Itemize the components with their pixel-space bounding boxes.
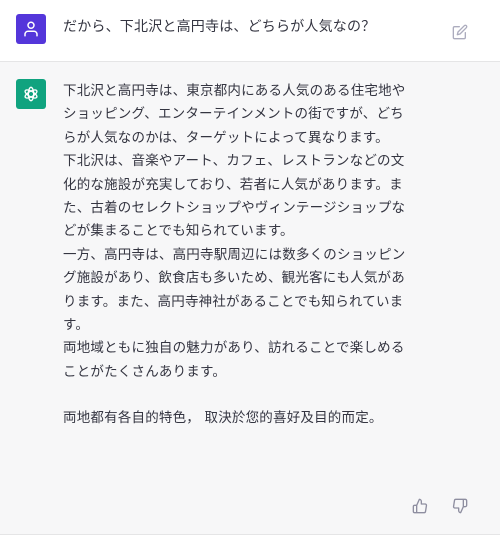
answer-summary: 両地都有各自的特色， 取決於您的喜好及目的而定。 <box>63 410 383 427</box>
thumbs-up-icon <box>412 498 428 514</box>
assistant-avatar <box>16 79 46 109</box>
edit-icon <box>452 24 468 40</box>
answer-paragraph: 一方、高円寺は、高円寺駅周辺には数多くのショッピング施設があり、飲食店も多いため… <box>63 246 406 334</box>
answer-paragraph: 下北沢は、音楽やアート、カフェ、レストランなどの文化的な施設が充実しており、若者… <box>63 153 406 240</box>
user-avatar <box>16 14 46 44</box>
thumbs-down-icon <box>452 498 468 514</box>
user-message-row: だから、下北沢と高円寺は、どちらが人気なの？ <box>0 0 500 62</box>
assistant-message-row: 下北沢と高円寺は、東京都内にある人気のある住宅地やショッピング、エンターテインメ… <box>0 62 500 535</box>
thumbs-down-button[interactable] <box>452 498 468 514</box>
chat-thread: だから、下北沢と高円寺は、どちらが人気なの？ 下北沢と高円寺は、東京都内にある人… <box>0 0 500 535</box>
assistant-message-text: 下北沢と高円寺は、東京都内にある人気のある住宅地やショッピング、エンターテインメ… <box>63 80 413 431</box>
answer-paragraph: 両地域ともに独自の魅力があり、訪れることで楽しめることがたくさんあります。 <box>63 340 405 380</box>
openai-logo-icon <box>24 86 38 102</box>
answer-paragraph: 下北沢と高円寺は、東京都内にある人気のある住宅地やショッピング、エンターテインメ… <box>63 83 406 146</box>
user-icon <box>24 21 38 37</box>
feedback-controls <box>412 498 468 514</box>
thumbs-up-button[interactable] <box>412 498 428 514</box>
edit-button[interactable] <box>452 24 468 40</box>
user-message-text: だから、下北沢と高円寺は、どちらが人気なの？ <box>63 19 376 35</box>
